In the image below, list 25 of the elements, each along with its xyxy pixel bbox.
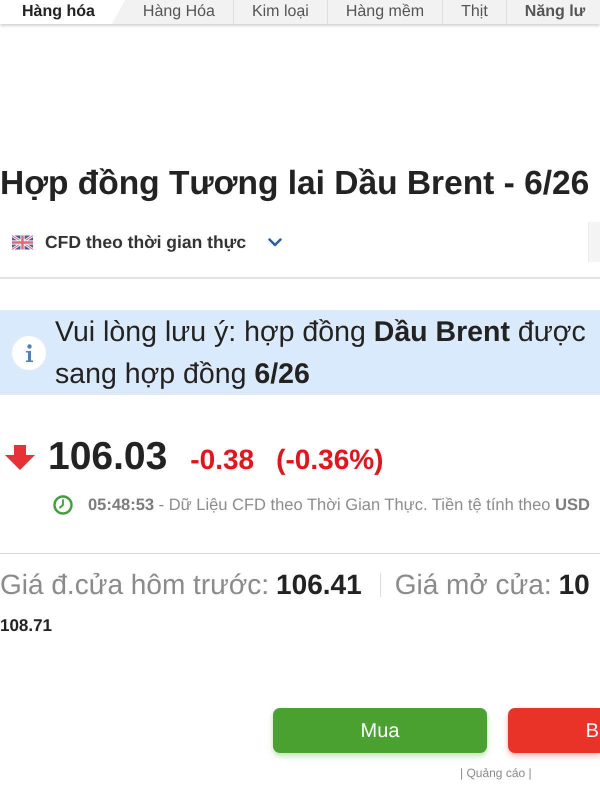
category-tab[interactable]: Hàng Hóa xyxy=(124,0,233,24)
stat-value: 108.71 xyxy=(0,616,52,636)
category-tab[interactable]: Kim loại xyxy=(232,0,327,24)
clock-icon xyxy=(53,495,73,515)
source-dropdown[interactable]: CFD theo thời gian thực xyxy=(12,227,282,257)
category-tab[interactable]: Hàng mềm xyxy=(326,0,442,24)
dropdown-label: CFD theo thời gian thực xyxy=(45,230,246,254)
stat-value: 10 xyxy=(558,568,590,602)
page-title: Hợp đồng Tương lai Dầu Brent - 6/26 xyxy=(0,164,590,204)
category-tab[interactable]: Hàng hóa xyxy=(0,0,125,24)
category-tab[interactable]: Năng lư xyxy=(506,0,600,24)
info-icon xyxy=(12,336,46,370)
stat-label: Giá đ.cửa hôm trước: xyxy=(0,568,270,602)
sell-button[interactable]: B xyxy=(508,708,600,753)
ad-label: | Quảng cáo | xyxy=(460,766,532,781)
price-change-percent: (-0.36%) xyxy=(276,444,384,476)
flag-icon xyxy=(12,234,33,250)
notice-text: Vui lòng lưu ý: hợp đồng Dầu Brent được sang hợp đồng 6/26 xyxy=(55,314,586,392)
stat-value: 106.41 xyxy=(276,568,362,602)
last-price: 106.03 xyxy=(48,435,168,479)
chevron-down-icon xyxy=(268,238,282,246)
timestamp-text: 05:48:53 - Dữ Liệu CFD theo Thời Gian Thực. Tiền tệ tính theo USD xyxy=(88,494,590,516)
category-tab[interactable]: Thịt xyxy=(442,0,506,24)
stat-label: Giá mở cửa: xyxy=(394,568,552,602)
price-change: -0.38 xyxy=(190,444,254,476)
